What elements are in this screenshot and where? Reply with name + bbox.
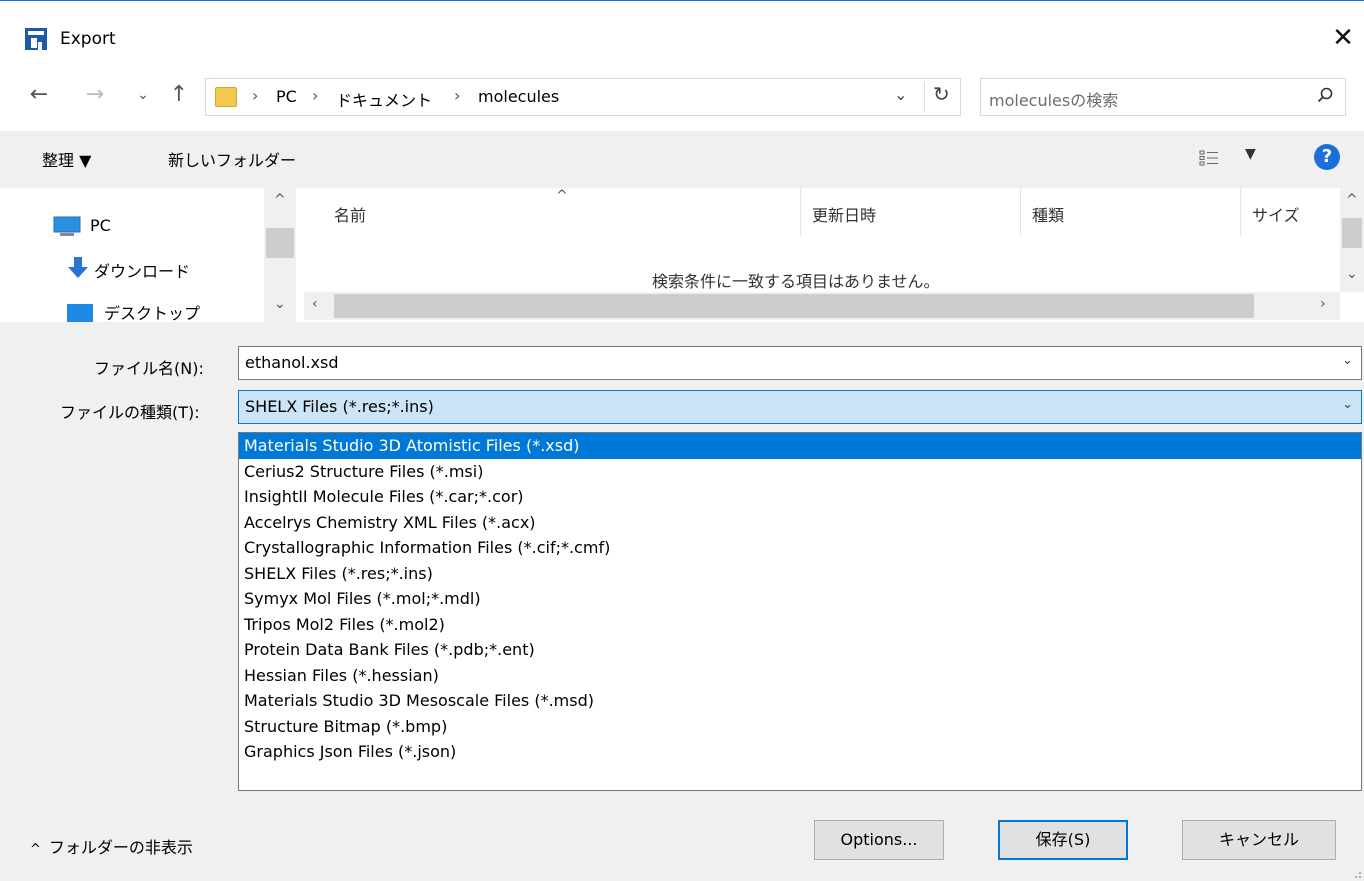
file-list-vertical-thumb[interactable] bbox=[1342, 218, 1362, 248]
pc-monitor-icon bbox=[53, 216, 81, 236]
breadcrumb-documents[interactable]: ドキュメント bbox=[336, 87, 432, 111]
up-folder-arrow-icon[interactable]: ↑ bbox=[166, 80, 192, 110]
new-folder-button[interactable]: 新しいフォルダー bbox=[168, 147, 296, 171]
resize-grip-icon[interactable] bbox=[1352, 869, 1362, 879]
hide-folders-label: フォルダーの非表示 bbox=[48, 838, 193, 857]
nav-pane-scroll-thumb[interactable] bbox=[266, 228, 294, 258]
search-input[interactable]: moleculesの検索 bbox=[989, 87, 1118, 111]
scroll-up-arrow-icon[interactable]: ^ bbox=[1346, 192, 1358, 208]
empty-folder-message: 検索条件に一致する項目はありません。 bbox=[652, 272, 940, 291]
search-box[interactable]: moleculesの検索 bbox=[980, 78, 1346, 116]
view-dropdown-arrow-icon[interactable]: ▼ bbox=[1245, 146, 1256, 162]
filetype-option[interactable]: Symyx Mol Files (*.mol;*.mdl) bbox=[239, 586, 1361, 612]
filetype-option[interactable]: Crystallographic Information Files (*.ci… bbox=[239, 535, 1361, 561]
save-button[interactable]: 保存(S) bbox=[998, 820, 1128, 860]
organize-menu-button[interactable]: 整理 ▼ bbox=[42, 147, 91, 171]
scroll-left-arrow-icon[interactable]: ‹ bbox=[312, 296, 318, 312]
app-icon bbox=[25, 28, 47, 50]
filetype-select[interactable]: SHELX Files (*.res;*.ins) ⌄ bbox=[238, 390, 1362, 424]
breadcrumb-separator: › bbox=[454, 86, 461, 105]
navigation-pane: PC ダウンロード デスクトップ bbox=[0, 188, 296, 322]
forward-arrow-icon[interactable]: → bbox=[82, 80, 108, 110]
filetype-option[interactable]: Accelrys Chemistry XML Files (*.acx) bbox=[239, 510, 1361, 536]
chevron-up-icon: ^ bbox=[30, 842, 41, 857]
filetype-option[interactable]: Hessian Files (*.hessian) bbox=[239, 663, 1361, 689]
breadcrumb-molecules[interactable]: molecules bbox=[478, 87, 559, 106]
recent-locations-chevron-icon[interactable]: ⌄ bbox=[130, 80, 156, 110]
column-header-name[interactable]: 名前 bbox=[334, 202, 366, 226]
cancel-button[interactable]: キャンセル bbox=[1182, 820, 1336, 860]
title-bar: Export ✕ bbox=[0, 1, 1364, 60]
filetype-option[interactable]: Cerius2 Structure Files (*.msi) bbox=[239, 459, 1361, 485]
nav-item-desktop[interactable]: デスクトップ bbox=[104, 300, 200, 322]
filename-dropdown-chevron-icon[interactable]: ⌄ bbox=[1342, 353, 1353, 368]
file-list-horizontal-thumb[interactable] bbox=[334, 294, 1254, 318]
breadcrumb-separator: › bbox=[312, 86, 319, 105]
filetype-dropdown-chevron-icon[interactable]: ⌄ bbox=[1342, 397, 1353, 412]
view-options-icon[interactable] bbox=[1199, 150, 1219, 166]
sort-ascending-icon: ^ bbox=[556, 188, 568, 204]
refresh-icon[interactable]: ↻ bbox=[924, 82, 950, 112]
folder-icon bbox=[215, 87, 237, 107]
filetype-option[interactable]: Materials Studio 3D Atomistic Files (*.x… bbox=[239, 433, 1361, 459]
column-header-size[interactable]: サイズ bbox=[1252, 202, 1300, 226]
filetype-dropdown-list: Materials Studio 3D Atomistic Files (*.x… bbox=[238, 432, 1362, 791]
close-icon[interactable]: ✕ bbox=[1330, 25, 1356, 51]
filename-label: ファイル名(N): bbox=[94, 359, 204, 378]
download-arrow-icon bbox=[68, 257, 88, 278]
nav-item-downloads[interactable]: ダウンロード bbox=[94, 258, 190, 282]
filetype-option[interactable]: Structure Bitmap (*.bmp) bbox=[239, 714, 1361, 740]
address-dropdown-chevron-icon[interactable]: ⌄ bbox=[894, 85, 907, 104]
desktop-icon bbox=[67, 304, 93, 322]
breadcrumb-pc[interactable]: PC bbox=[276, 87, 297, 106]
column-header-modified[interactable]: 更新日時 bbox=[812, 202, 876, 226]
filetype-option[interactable]: Protein Data Bank Files (*.pdb;*.ent) bbox=[239, 637, 1361, 663]
filetype-label: ファイルの種類(T): bbox=[60, 403, 200, 422]
scroll-down-arrow-icon[interactable]: ⌄ bbox=[274, 296, 286, 312]
scroll-right-arrow-icon[interactable]: › bbox=[1320, 296, 1326, 312]
address-bar[interactable]: › PC › ドキュメント › molecules ⌄ ↻ bbox=[205, 78, 961, 116]
scroll-down-arrow-icon[interactable]: ⌄ bbox=[1346, 266, 1358, 282]
back-arrow-icon[interactable]: ← bbox=[26, 80, 52, 110]
scroll-up-arrow-icon[interactable]: ^ bbox=[274, 192, 286, 208]
help-icon[interactable]: ? bbox=[1314, 144, 1340, 170]
filetype-selected-value: SHELX Files (*.res;*.ins) bbox=[245, 397, 434, 416]
column-header-type[interactable]: 種類 bbox=[1032, 202, 1064, 226]
hide-folders-toggle[interactable]: ^ フォルダーの非表示 bbox=[30, 834, 193, 858]
filename-field[interactable]: ethanol.xsd ⌄ bbox=[238, 346, 1362, 380]
filetype-option[interactable]: Materials Studio 3D Mesoscale Files (*.m… bbox=[239, 688, 1361, 714]
column-divider[interactable] bbox=[800, 188, 801, 236]
search-icon[interactable] bbox=[1317, 87, 1333, 103]
column-divider[interactable] bbox=[1020, 188, 1021, 236]
nav-item-pc[interactable]: PC bbox=[90, 216, 111, 235]
filename-input[interactable]: ethanol.xsd bbox=[245, 353, 338, 372]
filetype-option[interactable]: InsightII Molecule Files (*.car;*.cor) bbox=[239, 484, 1361, 510]
window-title: Export bbox=[60, 29, 116, 49]
filetype-option[interactable]: Tripos Mol2 Files (*.mol2) bbox=[239, 612, 1361, 638]
column-divider[interactable] bbox=[1240, 188, 1241, 236]
file-browser: PC ダウンロード デスクトップ ^ ⌄ ^ 名前 更新日時 種類 サイズ 検索… bbox=[0, 188, 1364, 322]
breadcrumb-separator: › bbox=[252, 86, 259, 105]
options-button[interactable]: Options... bbox=[814, 820, 944, 860]
filetype-option[interactable]: SHELX Files (*.res;*.ins) bbox=[239, 561, 1361, 587]
filetype-option[interactable]: Graphics Json Files (*.json) bbox=[239, 739, 1361, 765]
